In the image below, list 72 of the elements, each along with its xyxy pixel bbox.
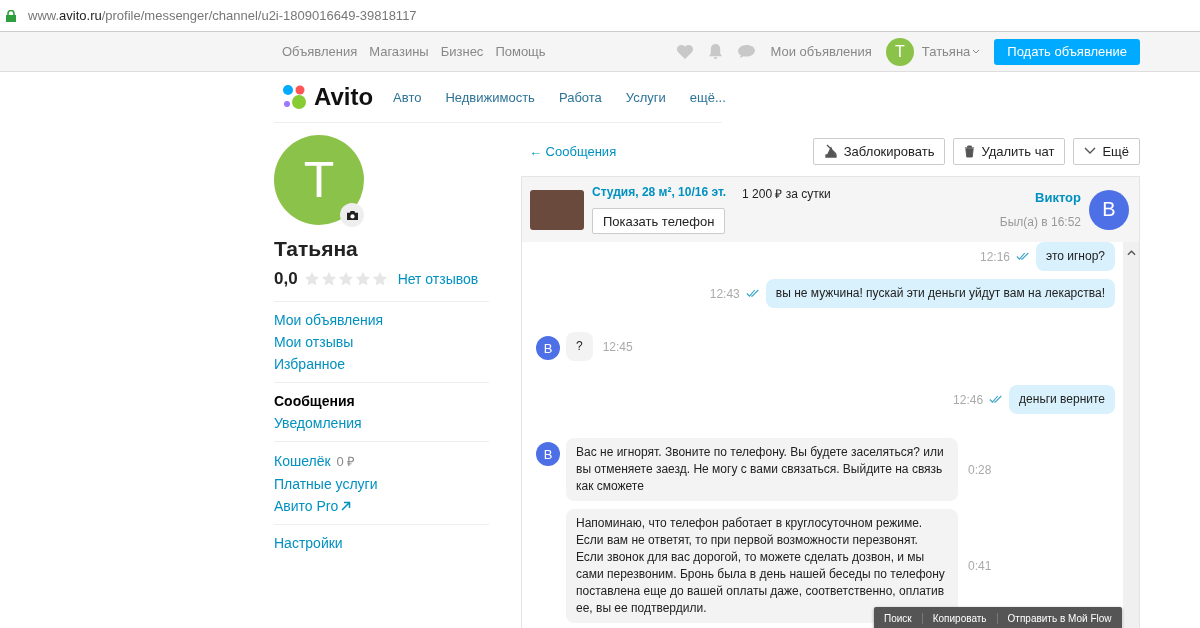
sidebar-link[interactable]: Мои отзывы bbox=[274, 334, 354, 350]
rating-value: 0,0 bbox=[274, 269, 298, 289]
sidebar-link[interactable]: Уведомления bbox=[274, 415, 362, 431]
category-link[interactable]: Авто bbox=[393, 89, 422, 105]
profile-name: Татьяна bbox=[274, 237, 359, 261]
sidebar-link[interactable]: Авито Pro bbox=[274, 498, 339, 514]
post-ad-button[interactable]: Подать объявление bbox=[994, 38, 1140, 65]
message-bubble: Вас не игнорят. Звоните по телефону. Вы будете заселяться? или вы отменяете заезд. Не могу с вами связаться. Выйдите на связь как сможете bbox=[566, 438, 958, 501]
sidebar-link[interactable]: Платные услуги bbox=[274, 476, 378, 492]
category-link[interactable]: Работа bbox=[558, 89, 602, 105]
message-bubble: деньги верните bbox=[1009, 385, 1115, 414]
category-link[interactable]: Услуги bbox=[625, 89, 666, 105]
avito-logo[interactable]: Avito bbox=[282, 83, 374, 111]
lock-icon bbox=[6, 9, 16, 22]
bell-icon[interactable] bbox=[708, 43, 724, 60]
contact-avatar: В bbox=[1089, 189, 1129, 230]
profile-avatar: Т bbox=[274, 135, 364, 225]
contact-name[interactable]: Виктор bbox=[1035, 190, 1081, 205]
message-time: 12:45 bbox=[602, 339, 633, 354]
star-icon bbox=[320, 271, 337, 287]
show-phone-button[interactable]: Показать телефон bbox=[592, 208, 726, 234]
scrollbar[interactable] bbox=[1123, 242, 1139, 628]
user-avatar[interactable]: Т bbox=[885, 37, 914, 66]
message-bubble: вы не мужчина! пускай эти деньги уйдут вам на лекарства! bbox=[765, 279, 1115, 308]
sidebar-link[interactable]: Настройки bbox=[274, 535, 343, 551]
star-icon bbox=[337, 271, 354, 287]
caret-icon bbox=[972, 49, 981, 54]
category-link[interactable]: ещё... bbox=[689, 89, 726, 105]
chevron-down-icon bbox=[1084, 147, 1097, 155]
top-nav-link[interactable]: Бизнес bbox=[440, 44, 484, 59]
star-icon bbox=[354, 271, 371, 287]
message-bubble: ? bbox=[566, 332, 593, 361]
context-menu-item[interactable]: Копировать bbox=[921, 613, 997, 624]
category-link[interactable]: Недвижимость bbox=[445, 89, 535, 105]
heart-icon[interactable] bbox=[676, 43, 695, 60]
listing-price: 1 200 ₽ за сутки bbox=[742, 186, 831, 202]
url-text[interactable]: www.avito.ru/profile/messenger/channel/u2i-1809016649-39818117 bbox=[28, 8, 417, 23]
context-menu-item[interactable]: Отправить в Мой Flow bbox=[996, 613, 1122, 624]
sidebar-link[interactable]: Избранное bbox=[274, 356, 345, 372]
chat-bubble-icon[interactable] bbox=[737, 44, 757, 59]
sender-avatar: В bbox=[536, 442, 560, 466]
top-nav-link[interactable]: Объявления bbox=[282, 44, 358, 59]
last-seen-text: Был(а) в 16:52 bbox=[999, 215, 1081, 229]
top-nav-link[interactable]: Магазины bbox=[369, 44, 429, 59]
user-menu[interactable]: Татьяна bbox=[921, 44, 981, 59]
sidebar-link[interactable]: Сообщения bbox=[274, 393, 355, 409]
message-time: 12:46 bbox=[953, 392, 984, 407]
message-time: 0:41 bbox=[968, 559, 992, 573]
block-icon bbox=[823, 144, 838, 158]
listing-title-link[interactable]: Студия, 28 м², 10/16 эт. bbox=[592, 185, 727, 202]
sender-avatar: В bbox=[536, 336, 560, 360]
context-menu-item[interactable]: Поиск bbox=[874, 613, 922, 624]
message-bubble: это игнор? bbox=[1036, 242, 1115, 271]
message-time: 12:16 bbox=[980, 249, 1011, 264]
star-icon bbox=[371, 271, 388, 287]
message-time: 0:28 bbox=[968, 462, 992, 477]
wallet-balance: 0 ₽ bbox=[336, 453, 356, 470]
chat-action-button[interactable]: Удалить чат bbox=[953, 137, 1066, 165]
camera-icon[interactable] bbox=[340, 203, 364, 227]
reviews-link[interactable]: Нет отзывов bbox=[397, 271, 479, 287]
top-nav-link[interactable]: Помощь bbox=[495, 44, 546, 59]
star-icon bbox=[303, 271, 320, 287]
listing-photo-placeholder[interactable] bbox=[530, 189, 584, 230]
trash-icon bbox=[964, 144, 976, 158]
my-ads-link[interactable]: Мои объявления bbox=[770, 44, 872, 59]
chat-action-button[interactable]: Ещё bbox=[1073, 137, 1140, 165]
sidebar-link[interactable]: Кошелёк bbox=[274, 453, 331, 469]
sidebar-link[interactable]: Мои объявления bbox=[274, 312, 384, 328]
chat-action-button[interactable]: Заблокировать bbox=[812, 137, 946, 165]
message-time: 12:43 bbox=[709, 286, 740, 301]
back-to-messages-link[interactable]: ← Сообщения bbox=[529, 143, 617, 159]
scroll-up-icon[interactable] bbox=[1126, 250, 1136, 256]
